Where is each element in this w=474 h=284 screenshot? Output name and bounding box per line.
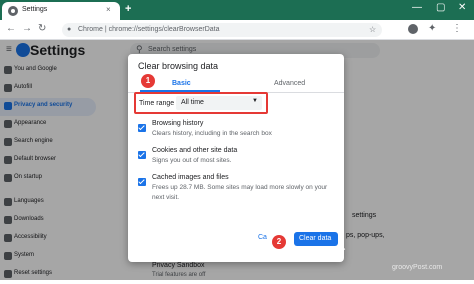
tab-basic[interactable]: Basic: [172, 80, 191, 87]
browsing-history-checkbox[interactable]: [138, 124, 146, 132]
settings-gear-icon: [8, 6, 18, 16]
minimize-icon[interactable]: —: [412, 2, 422, 13]
tab-close-icon[interactable]: ×: [106, 5, 111, 14]
close-window-icon[interactable]: ✕: [458, 2, 466, 13]
cancel-button[interactable]: Ca: [258, 234, 267, 241]
cookies-checkbox[interactable]: [138, 151, 146, 159]
time-range-highlight-box: [134, 92, 268, 114]
lock-icon[interactable]: ●: [67, 26, 71, 33]
title-bar: Settings × + — ▢ ✕: [0, 0, 474, 20]
step-1-label: 1: [145, 76, 151, 85]
mouse-cursor-icon: [334, 240, 346, 253]
reload-icon[interactable]: ↻: [38, 23, 46, 34]
address-text[interactable]: Chrome | chrome://settings/clearBrowserD…: [78, 26, 219, 33]
step-1-marker: 1: [141, 74, 155, 88]
cached-images-checkbox[interactable]: [138, 178, 146, 186]
browser-toolbar: ← → ↻ ● Chrome | chrome://settings/clear…: [0, 20, 474, 40]
cookies-desc: Signs you out of most sites.: [152, 157, 232, 164]
clear-data-label: Clear data: [299, 235, 332, 242]
step-2-label: 2: [276, 237, 282, 246]
kebab-menu-icon[interactable]: ⋮: [452, 23, 462, 34]
back-arrow-icon[interactable]: ←: [6, 23, 16, 34]
clear-data-button[interactable]: Clear data: [294, 232, 338, 246]
browser-tab[interactable]: Settings ×: [2, 2, 120, 20]
address-bar[interactable]: ● Chrome | chrome://settings/clearBrowse…: [62, 23, 382, 37]
star-icon[interactable]: ☆: [369, 25, 376, 34]
step-2-marker: 2: [272, 235, 286, 249]
browsing-history-title: Browsing history: [152, 120, 204, 127]
watermark: groovyPost.com: [392, 264, 443, 271]
cached-images-desc-line1: Frees up 28.7 MB. Some sites may load mo…: [152, 184, 328, 191]
profile-avatar-icon[interactable]: [408, 24, 418, 34]
new-tab-button[interactable]: +: [125, 3, 131, 15]
extensions-icon[interactable]: ✦: [428, 23, 436, 34]
cached-images-desc-line2: next visit.: [152, 194, 180, 201]
maximize-icon[interactable]: ▢: [436, 2, 445, 13]
browsing-history-desc: Clears history, including in the search …: [152, 130, 272, 137]
clear-browsing-data-dialog: Clear browsing data Basic Advanced Time …: [128, 54, 346, 262]
forward-arrow-icon[interactable]: →: [22, 23, 32, 34]
dialog-title: Clear browsing data: [138, 61, 219, 71]
tab-advanced[interactable]: Advanced: [274, 80, 305, 87]
cached-images-title: Cached images and files: [152, 174, 229, 181]
cookies-title: Cookies and other site data: [152, 147, 238, 154]
tab-title: Settings: [22, 6, 48, 13]
